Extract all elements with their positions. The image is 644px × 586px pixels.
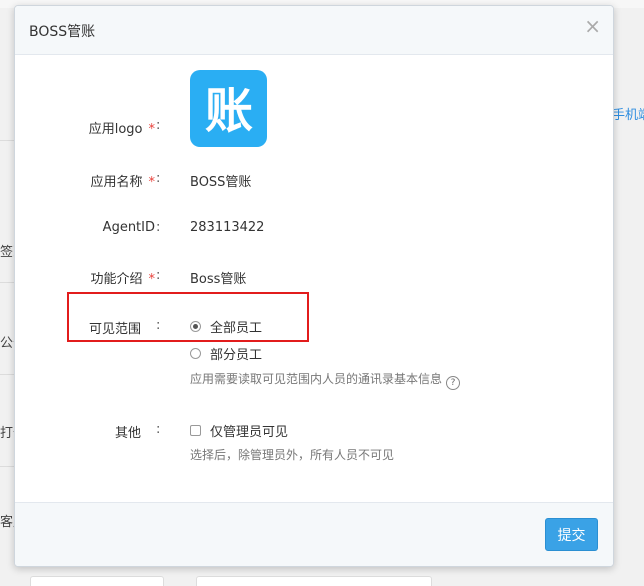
colon: : — [156, 220, 161, 235]
app-name-label-text: 应用名称 — [90, 175, 143, 190]
other-label: 其他 — [15, 422, 141, 441]
submit-button[interactable]: 提交 — [545, 518, 598, 551]
help-icon[interactable]: ? — [446, 376, 461, 390]
close-icon[interactable]: × — [584, 16, 601, 36]
radio-some-employees[interactable]: 部分员工 — [190, 344, 262, 363]
required-marker: * — [148, 175, 156, 190]
app-logo-image: 账 — [190, 70, 267, 147]
radio-unchecked-icon[interactable] — [190, 348, 201, 359]
app-name-label: 应用名称 * — [15, 171, 155, 190]
feature-intro-label: 功能介绍 * — [15, 268, 155, 287]
agent-id-label-text: AgentID — [102, 220, 155, 235]
visibility-hint-text: 应用需要读取可见范围内人员的通讯录基本信息 — [190, 372, 443, 386]
required-marker: * — [148, 122, 156, 137]
agent-id-value: 283113422 — [190, 220, 265, 235]
background-mobile-link: 手机端 — [612, 108, 644, 123]
colon: : — [156, 171, 161, 186]
background-card — [196, 576, 432, 586]
visibility-hint: 应用需要读取可见范围内人员的通讯录基本信息? — [190, 370, 461, 390]
app-logo-label-text: 应用logo — [88, 122, 143, 137]
required-marker: * — [148, 272, 156, 287]
checkbox-unchecked-icon[interactable] — [190, 425, 201, 436]
background-divider — [0, 374, 14, 375]
feature-intro-value: Boss管账 — [190, 272, 247, 287]
app-logo-label: 应用logo * — [15, 118, 155, 137]
svg-text:账: 账 — [204, 83, 252, 139]
background-divider — [0, 466, 14, 467]
boss-app-dialog: BOSS管账 × 应用logo * : 账 应用名称 * : BOSS管账 Agen… — [14, 5, 614, 567]
background-card — [30, 576, 164, 586]
background-divider — [0, 282, 14, 283]
colon: : — [156, 422, 161, 437]
admin-only-checkbox-label: 仅管理员可见 — [210, 425, 289, 440]
background-divider — [0, 140, 14, 141]
dialog-header: BOSS管账 × — [15, 6, 613, 55]
colon: : — [156, 118, 161, 133]
admin-only-hint: 选择后，除管理员外，所有人员不可见 — [190, 448, 395, 462]
other-label-text: 其他 — [114, 426, 141, 441]
colon: : — [156, 268, 161, 283]
dialog-footer: 提交 — [15, 502, 613, 566]
dialog-title: BOSS管账 — [29, 24, 96, 40]
highlight-annotation — [67, 292, 309, 342]
app-name-value: BOSS管账 — [190, 175, 252, 190]
feature-intro-label-text: 功能介绍 — [90, 272, 143, 287]
radio-some-employees-label: 部分员工 — [210, 348, 263, 363]
ledger-logo-icon: 账 — [204, 83, 252, 139]
admin-only-checkbox[interactable]: 仅管理员可见 — [190, 421, 288, 440]
agent-id-label: AgentID — [15, 220, 155, 235]
